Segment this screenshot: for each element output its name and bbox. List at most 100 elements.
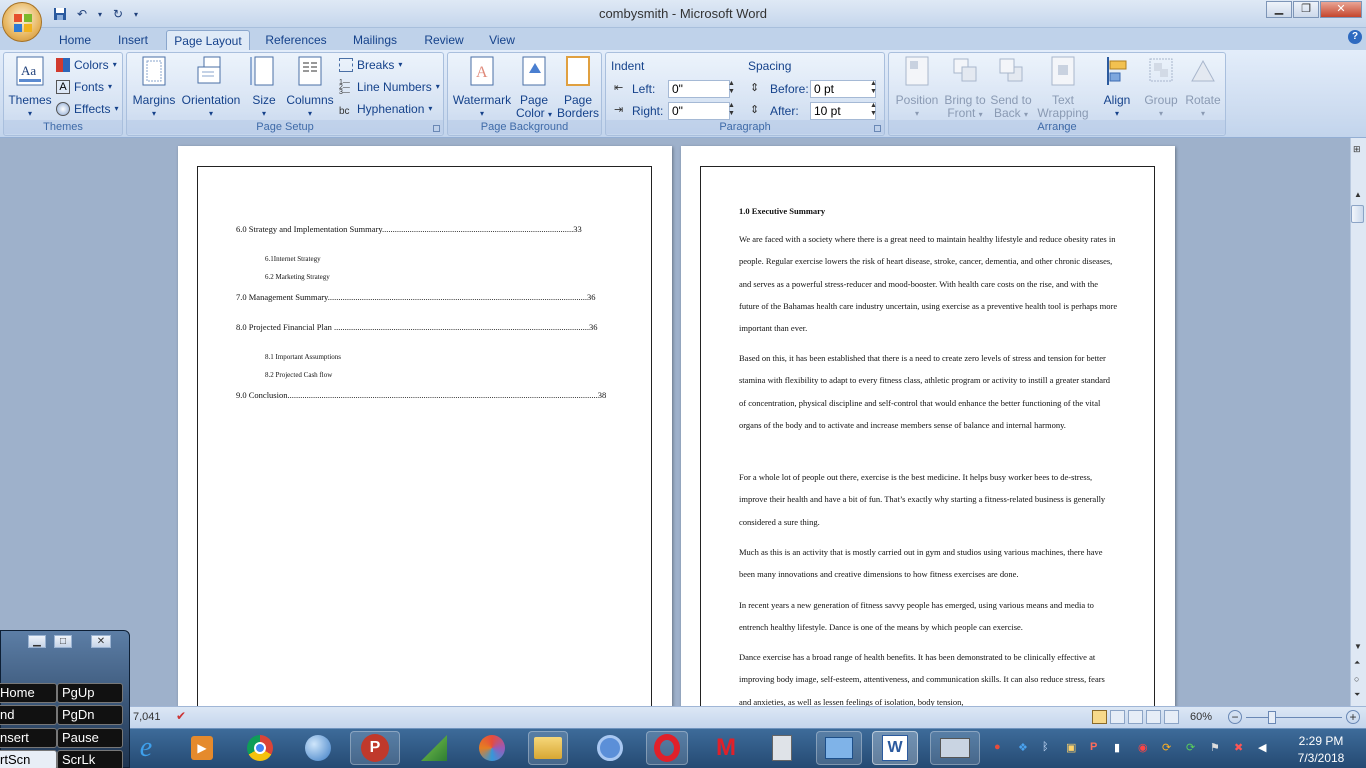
word-count[interactable]: 7,041: [133, 711, 161, 723]
sketch-app-icon[interactable]: [416, 731, 452, 765]
chromium-icon[interactable]: [592, 731, 628, 765]
document-page-2[interactable]: 1.0 Executive Summary We are faced with …: [681, 146, 1175, 706]
file-explorer-icon[interactable]: [528, 731, 568, 765]
key-pgdn[interactable]: PgDn: [57, 705, 123, 725]
position-button[interactable]: Position ▾: [893, 55, 941, 120]
calculator-icon[interactable]: [764, 731, 800, 765]
page-borders-button[interactable]: Page Borders: [556, 55, 600, 120]
columns-button[interactable]: Columns ▾: [285, 55, 335, 120]
key-prtscn[interactable]: rtScn: [0, 750, 57, 768]
flag-tray-icon[interactable]: ⚑: [1210, 741, 1224, 755]
media-player-icon[interactable]: ▶: [184, 731, 220, 765]
indent-left-spinner[interactable]: ▲ ▼: [726, 80, 737, 98]
indent-right-spinner[interactable]: ▲ ▼: [726, 102, 737, 120]
web-layout-icon[interactable]: [1128, 710, 1143, 724]
bring-to-front-button[interactable]: Bring to Front ▾: [941, 55, 989, 121]
osk-minimize-button[interactable]: ▁: [28, 635, 46, 648]
page-setup-launcher[interactable]: [433, 125, 440, 132]
proofing-icon[interactable]: ✔: [176, 709, 186, 723]
send-to-back-button[interactable]: Send to Back ▾: [989, 55, 1033, 121]
group-button[interactable]: Group ▾: [1141, 55, 1181, 120]
tab-insert[interactable]: Insert: [110, 30, 156, 50]
scroll-thumb[interactable]: [1351, 205, 1364, 223]
page-color-button[interactable]: Page Color ▾: [514, 55, 554, 121]
sync-tray-icon[interactable]: ⟳: [1186, 741, 1200, 755]
tab-home[interactable]: Home: [52, 30, 98, 50]
tab-review[interactable]: Review: [418, 30, 470, 50]
zoom-level[interactable]: 60%: [1190, 711, 1212, 723]
size-button[interactable]: Size ▾: [247, 55, 281, 120]
on-screen-keyboard-taskbar-icon[interactable]: [930, 731, 980, 765]
taskbar-clock[interactable]: 2:29 PM 7/3/2018: [1284, 733, 1358, 767]
antivirus-tray-icon[interactable]: ●: [994, 741, 1008, 755]
paragraph-launcher[interactable]: [874, 125, 881, 132]
osk-close-button[interactable]: ✕: [91, 635, 111, 648]
scroll-down-icon[interactable]: ▼: [1354, 642, 1362, 651]
osk-maximize-button[interactable]: □: [54, 635, 72, 648]
office-button[interactable]: [2, 2, 42, 42]
key-end[interactable]: nd: [0, 705, 57, 725]
watermark-button[interactable]: A Watermark ▾: [452, 55, 512, 120]
word-taskbar-icon[interactable]: W: [872, 731, 918, 765]
rotate-button[interactable]: Rotate ▾: [1181, 55, 1225, 120]
colors-button[interactable]: Colors ▾: [56, 55, 117, 75]
line-numbers-button[interactable]: 1— 2— 3— Line Numbers ▾: [339, 77, 440, 97]
breaks-button[interactable]: Breaks ▾: [339, 55, 402, 75]
network-globe-icon[interactable]: [300, 731, 336, 765]
hyphenation-button[interactable]: bc Hyphenation ▾: [339, 99, 432, 119]
wifi-off-tray-icon[interactable]: ✖: [1234, 741, 1248, 755]
zoom-slider-thumb[interactable]: [1268, 711, 1276, 724]
key-scrlk[interactable]: ScrLk: [57, 750, 123, 768]
remote-desktop-icon[interactable]: [816, 731, 862, 765]
tab-mailings[interactable]: Mailings: [344, 30, 406, 50]
spacing-after-field[interactable]: 10 pt: [810, 102, 876, 120]
mail-m-icon[interactable]: M: [708, 731, 744, 765]
device-tray-icon[interactable]: ▮: [1114, 741, 1128, 755]
tab-view[interactable]: View: [480, 30, 524, 50]
outline-icon[interactable]: [1146, 710, 1161, 724]
document-page-1[interactable]: 6.0 Strategy and Implementation Summary.…: [178, 146, 672, 706]
fonts-button[interactable]: A Fonts ▾: [56, 77, 112, 97]
opera-icon[interactable]: [646, 731, 688, 765]
zoom-slider[interactable]: [1246, 717, 1342, 718]
draft-icon[interactable]: [1164, 710, 1179, 724]
full-screen-reading-icon[interactable]: [1110, 710, 1125, 724]
effects-button[interactable]: Effects ▾: [56, 99, 118, 119]
print-layout-icon[interactable]: [1092, 710, 1107, 724]
vertical-scrollbar[interactable]: ⊞ ▲ ▼ ⏶ ○ ⏷: [1350, 138, 1366, 706]
previous-page-icon[interactable]: ⏶: [1354, 658, 1360, 668]
tab-page-layout[interactable]: Page Layout: [166, 30, 250, 50]
key-pgup[interactable]: PgUp: [57, 683, 123, 703]
scroll-up-icon[interactable]: ▲: [1354, 190, 1362, 199]
align-button[interactable]: Align ▾: [1095, 55, 1139, 120]
browser-swirl-icon[interactable]: [474, 731, 510, 765]
psiphon-tray-icon[interactable]: P: [1090, 741, 1104, 755]
volume-tray-icon[interactable]: ◀: [1258, 741, 1272, 755]
indent-left-field[interactable]: 0": [668, 80, 730, 98]
chrome-icon[interactable]: [242, 731, 278, 765]
next-page-icon[interactable]: ⏷: [1354, 690, 1360, 700]
maximize-button[interactable]: ❐: [1293, 1, 1319, 18]
ruler-toggle-icon[interactable]: ⊞: [1353, 144, 1361, 155]
tab-references[interactable]: References: [258, 30, 334, 50]
key-insert[interactable]: nsert: [0, 728, 57, 748]
zoom-out-icon[interactable]: −: [1228, 710, 1242, 724]
key-home[interactable]: Home: [0, 683, 57, 703]
spacing-before-spinner[interactable]: ▲ ▼: [868, 80, 879, 98]
security-tray-icon[interactable]: ◉: [1138, 741, 1152, 755]
key-pause[interactable]: Pause: [57, 728, 123, 748]
indent-right-field[interactable]: 0": [668, 102, 730, 120]
dropbox-tray-icon[interactable]: ❖: [1018, 741, 1032, 755]
close-button[interactable]: ✕: [1320, 1, 1362, 18]
update-tray-icon[interactable]: ⟳: [1162, 741, 1176, 755]
internet-explorer-icon[interactable]: e: [128, 731, 164, 765]
network-tray-icon[interactable]: ▣: [1066, 741, 1080, 755]
orientation-button[interactable]: Orientation ▾: [179, 55, 243, 120]
spacing-after-spinner[interactable]: ▲ ▼: [868, 102, 879, 120]
minimize-button[interactable]: ▁: [1266, 1, 1292, 18]
themes-button[interactable]: Aa Themes ▾: [8, 55, 52, 120]
bluetooth-tray-icon[interactable]: ᛒ: [1042, 741, 1056, 755]
psiphon-icon[interactable]: P: [350, 731, 400, 765]
margins-button[interactable]: Margins ▾: [131, 55, 177, 120]
spacing-before-field[interactable]: 0 pt: [810, 80, 876, 98]
